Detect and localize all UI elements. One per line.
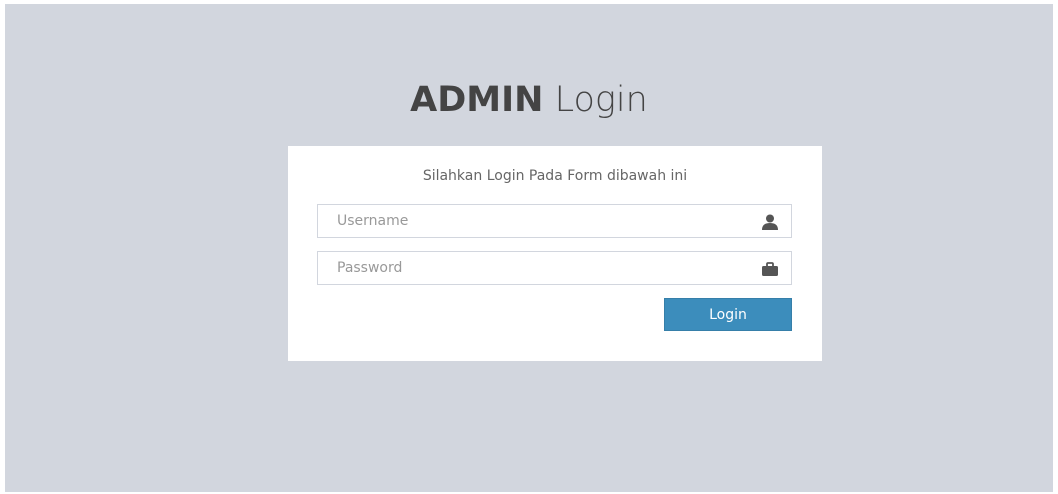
title-light: Login xyxy=(554,80,648,120)
briefcase-icon xyxy=(762,262,778,276)
password-field xyxy=(317,251,792,285)
username-input[interactable] xyxy=(318,205,791,237)
login-box: Silahkan Login Pada Form dibawah ini Log… xyxy=(288,146,822,361)
login-button[interactable]: Login xyxy=(664,298,792,331)
username-field xyxy=(317,204,792,238)
password-input[interactable] xyxy=(318,252,791,284)
user-icon xyxy=(762,214,778,230)
login-message: Silahkan Login Pada Form dibawah ini xyxy=(422,168,688,184)
page-title: ADMIN Login xyxy=(0,78,1058,122)
title-bold: ADMIN xyxy=(410,80,544,120)
